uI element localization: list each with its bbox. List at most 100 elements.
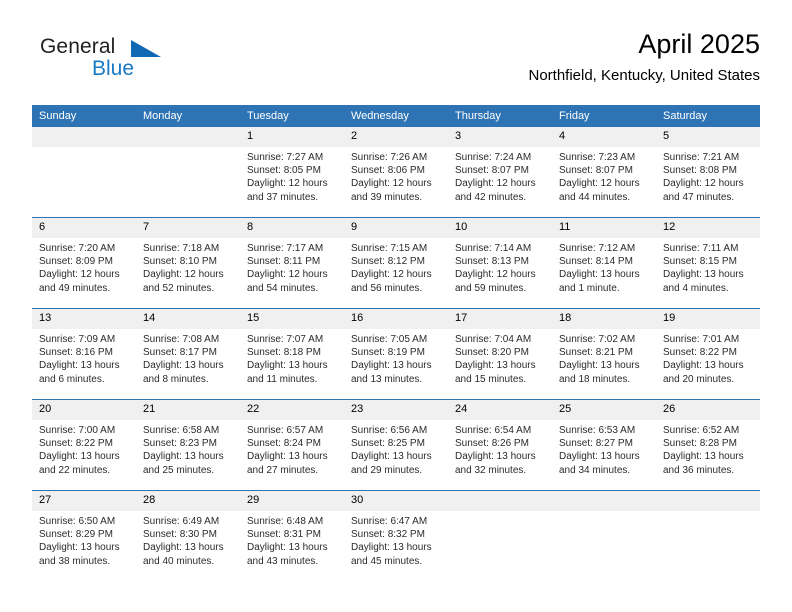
daylight-text-line1: Daylight: 13 hours <box>351 360 432 372</box>
day-number: 23 <box>344 400 448 420</box>
weekday-header-tuesday: Tuesday <box>240 105 344 127</box>
daylight-text-line2: and 59 minutes. <box>455 282 527 294</box>
calendar-day-cell[interactable]: 6 Sunrise: 7:20 AM Sunset: 8:09 PM Daylight… <box>32 217 136 309</box>
calendar-day-cell-empty <box>552 490 656 581</box>
calendar-day-cell[interactable]: 4 Sunrise: 7:23 AM Sunset: 8:07 PM Daylight… <box>552 127 656 218</box>
daylight-text-line2: and 25 minutes. <box>143 464 215 476</box>
calendar-day-cell[interactable]: 24 Sunrise: 6:54 AM Sunset: 8:26 PM Dayligh… <box>448 399 552 491</box>
calendar-day-cell[interactable]: 27 Sunrise: 6:50 AM Sunset: 8:29 PM Dayligh… <box>32 490 136 581</box>
calendar-day-cell[interactable]: 8 Sunrise: 7:17 AM Sunset: 8:11 PM Daylight… <box>240 217 344 309</box>
sunrise-text: Sunrise: 6:57 AM <box>247 425 324 436</box>
sunset-text: Sunset: 8:10 PM <box>143 256 217 268</box>
calendar-week-row: 13 Sunrise: 7:09 AM Sunset: 8:16 PM Dayligh… <box>32 308 760 400</box>
calendar-day-cell[interactable]: 9 Sunrise: 7:15 AM Sunset: 8:12 PM Daylight… <box>344 217 448 309</box>
sunset-text: Sunset: 8:30 PM <box>143 529 217 541</box>
daylight-text-line1: Daylight: 12 hours <box>455 269 536 281</box>
daylight-text-line1: Daylight: 13 hours <box>351 451 432 463</box>
daylight-text-line2: and 38 minutes. <box>39 555 111 567</box>
calendar-day-cell[interactable]: 26 Sunrise: 6:52 AM Sunset: 8:28 PM Dayligh… <box>656 399 760 491</box>
calendar-day-cell[interactable]: 2 Sunrise: 7:26 AM Sunset: 8:06 PM Daylight… <box>344 127 448 218</box>
sunset-text: Sunset: 8:22 PM <box>663 347 737 359</box>
calendar-day-cell[interactable]: 23 Sunrise: 6:56 AM Sunset: 8:25 PM Dayligh… <box>344 399 448 491</box>
sunrise-text: Sunrise: 7:12 AM <box>559 243 636 254</box>
daylight-text-line1: Daylight: 13 hours <box>559 269 640 281</box>
day-number <box>448 491 552 511</box>
sunrise-text: Sunrise: 7:01 AM <box>663 334 740 345</box>
sunset-text: Sunset: 8:07 PM <box>455 165 529 177</box>
sunrise-text: Sunrise: 7:11 AM <box>663 243 739 254</box>
sunrise-text: Sunrise: 7:00 AM <box>39 425 116 436</box>
day-details: Sunrise: 6:48 AM Sunset: 8:31 PM Daylight:… <box>240 511 344 568</box>
calendar-day-cell[interactable]: 18 Sunrise: 7:02 AM Sunset: 8:21 PM Dayligh… <box>552 308 656 400</box>
daylight-text-line1: Daylight: 13 hours <box>143 451 224 463</box>
calendar-day-cell[interactable]: 22 Sunrise: 6:57 AM Sunset: 8:24 PM Dayligh… <box>240 399 344 491</box>
calendar-day-cell[interactable]: 19 Sunrise: 7:01 AM Sunset: 8:22 PM Dayligh… <box>656 308 760 400</box>
daylight-text-line1: Daylight: 12 hours <box>663 178 744 190</box>
daylight-text-line2: and 36 minutes. <box>663 464 735 476</box>
calendar-day-cell[interactable]: 17 Sunrise: 7:04 AM Sunset: 8:20 PM Dayligh… <box>448 308 552 400</box>
calendar-day-cell[interactable]: 1 Sunrise: 7:27 AM Sunset: 8:05 PM Daylight… <box>240 127 344 218</box>
day-details: Sunrise: 6:54 AM Sunset: 8:26 PM Daylight:… <box>448 420 552 477</box>
day-details: Sunrise: 7:08 AM Sunset: 8:17 PM Daylight:… <box>136 329 240 386</box>
daylight-text-line2: and 8 minutes. <box>143 373 209 385</box>
calendar-day-cell-empty <box>32 127 136 218</box>
day-details: Sunrise: 7:09 AM Sunset: 8:16 PM Daylight:… <box>32 329 136 386</box>
sunset-text: Sunset: 8:17 PM <box>143 347 217 359</box>
day-details: Sunrise: 6:49 AM Sunset: 8:30 PM Daylight:… <box>136 511 240 568</box>
logo-text-blue: Blue <box>92 57 135 80</box>
day-details: Sunrise: 7:07 AM Sunset: 8:18 PM Daylight:… <box>240 329 344 386</box>
sunrise-text: Sunrise: 7:27 AM <box>247 152 324 163</box>
sunset-text: Sunset: 8:09 PM <box>39 256 113 268</box>
sunrise-text: Sunrise: 7:04 AM <box>455 334 532 345</box>
calendar-day-cell[interactable]: 20 Sunrise: 7:00 AM Sunset: 8:22 PM Dayligh… <box>32 399 136 491</box>
calendar-day-cell[interactable]: 25 Sunrise: 6:53 AM Sunset: 8:27 PM Dayligh… <box>552 399 656 491</box>
weekday-header-monday: Monday <box>136 105 240 127</box>
daylight-text-line2: and 44 minutes. <box>559 191 631 203</box>
calendar-day-cell[interactable]: 7 Sunrise: 7:18 AM Sunset: 8:10 PM Daylight… <box>136 217 240 309</box>
calendar-header-row: Sunday Monday Tuesday Wednesday Thursday… <box>32 105 760 127</box>
day-number <box>552 491 656 511</box>
sunset-text: Sunset: 8:16 PM <box>39 347 113 359</box>
sunrise-text: Sunrise: 7:09 AM <box>39 334 116 345</box>
calendar-day-cell[interactable]: 12 Sunrise: 7:11 AM Sunset: 8:15 PM Dayligh… <box>656 217 760 309</box>
calendar-week-row: 27 Sunrise: 6:50 AM Sunset: 8:29 PM Dayligh… <box>32 490 760 581</box>
daylight-text-line1: Daylight: 13 hours <box>247 451 328 463</box>
calendar-week-row: 20 Sunrise: 7:00 AM Sunset: 8:22 PM Dayligh… <box>32 399 760 491</box>
daylight-text-line2: and 47 minutes. <box>663 191 735 203</box>
calendar-day-cell[interactable]: 16 Sunrise: 7:05 AM Sunset: 8:19 PM Dayligh… <box>344 308 448 400</box>
calendar-week-row: 6 Sunrise: 7:20 AM Sunset: 8:09 PM Daylight… <box>32 217 760 309</box>
calendar-day-cell[interactable]: 15 Sunrise: 7:07 AM Sunset: 8:18 PM Dayligh… <box>240 308 344 400</box>
day-number: 6 <box>32 218 136 238</box>
calendar-day-cell[interactable]: 5 Sunrise: 7:21 AM Sunset: 8:08 PM Daylight… <box>656 127 760 218</box>
daylight-text-line1: Daylight: 13 hours <box>247 360 328 372</box>
day-number: 18 <box>552 309 656 329</box>
calendar-day-cell[interactable]: 21 Sunrise: 6:58 AM Sunset: 8:23 PM Dayligh… <box>136 399 240 491</box>
sunrise-text: Sunrise: 7:02 AM <box>559 334 636 345</box>
day-details: Sunrise: 7:05 AM Sunset: 8:19 PM Daylight:… <box>344 329 448 386</box>
calendar-day-cell[interactable]: 29 Sunrise: 6:48 AM Sunset: 8:31 PM Dayligh… <box>240 490 344 581</box>
sunset-text: Sunset: 8:13 PM <box>455 256 529 268</box>
day-details: Sunrise: 7:11 AM Sunset: 8:15 PM Daylight:… <box>656 238 760 295</box>
sunset-text: Sunset: 8:29 PM <box>39 529 113 541</box>
day-number: 2 <box>344 127 448 147</box>
calendar-day-cell[interactable]: 28 Sunrise: 6:49 AM Sunset: 8:30 PM Dayligh… <box>136 490 240 581</box>
sunrise-text: Sunrise: 7:20 AM <box>39 243 116 254</box>
calendar-day-cell[interactable]: 14 Sunrise: 7:08 AM Sunset: 8:17 PM Dayligh… <box>136 308 240 400</box>
day-details: Sunrise: 7:26 AM Sunset: 8:06 PM Daylight:… <box>344 147 448 204</box>
day-number: 1 <box>240 127 344 147</box>
daylight-text-line1: Daylight: 13 hours <box>455 451 536 463</box>
calendar-body: 1 Sunrise: 7:27 AM Sunset: 8:05 PM Daylight… <box>32 127 760 581</box>
calendar-day-cell[interactable]: 3 Sunrise: 7:24 AM Sunset: 8:07 PM Daylight… <box>448 127 552 218</box>
calendar-day-cell[interactable]: 10 Sunrise: 7:14 AM Sunset: 8:13 PM Dayligh… <box>448 217 552 309</box>
calendar-day-cell[interactable]: 13 Sunrise: 7:09 AM Sunset: 8:16 PM Dayligh… <box>32 308 136 400</box>
day-details: Sunrise: 7:02 AM Sunset: 8:21 PM Daylight:… <box>552 329 656 386</box>
sunset-text: Sunset: 8:23 PM <box>143 438 217 450</box>
page-subtitle: Northfield, Kentucky, United States <box>528 67 760 84</box>
day-details: Sunrise: 6:52 AM Sunset: 8:28 PM Daylight:… <box>656 420 760 477</box>
day-details: Sunrise: 7:12 AM Sunset: 8:14 PM Daylight:… <box>552 238 656 295</box>
day-number: 7 <box>136 218 240 238</box>
calendar-day-cell[interactable]: 30 Sunrise: 6:47 AM Sunset: 8:32 PM Dayligh… <box>344 490 448 581</box>
day-number: 20 <box>32 400 136 420</box>
day-details: Sunrise: 6:53 AM Sunset: 8:27 PM Daylight:… <box>552 420 656 477</box>
calendar-day-cell[interactable]: 11 Sunrise: 7:12 AM Sunset: 8:14 PM Dayligh… <box>552 217 656 309</box>
